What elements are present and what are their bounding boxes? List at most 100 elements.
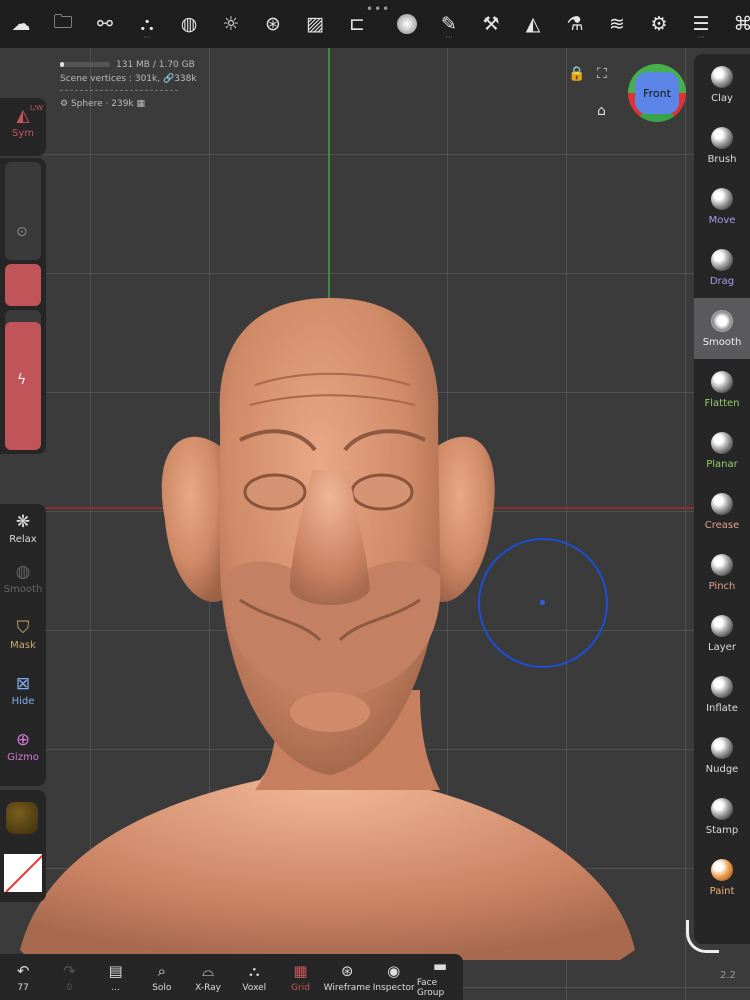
radius-slider-track[interactable]: ⊙	[5, 162, 41, 260]
image-icon[interactable]: ▨	[294, 4, 336, 44]
material-preview[interactable]	[6, 802, 38, 834]
undo-count: 77	[17, 982, 29, 993]
gizmo-label: Gizmo	[7, 752, 39, 763]
flask-icon[interactable]: ⚗	[554, 4, 596, 44]
solo-label: Solo	[152, 982, 172, 993]
view-cube[interactable]: Front	[628, 64, 686, 122]
fullscreen-icon[interactable]: ⛶	[597, 66, 607, 82]
wireframe-button[interactable]: ⊛ Wireframe	[324, 954, 371, 1000]
toolbar-handle-icon[interactable]: •••	[366, 2, 390, 16]
tool-pinch[interactable]: Pinch	[694, 542, 750, 603]
scene-graph-icon[interactable]: ⚯	[84, 4, 126, 44]
gizmo-icon: ⊕	[15, 730, 31, 750]
object-icon: ⚙	[60, 99, 69, 109]
grid-icon: ▦	[293, 961, 308, 980]
tool-brush-icon	[711, 126, 733, 149]
voxel-icon: ⛬	[249, 961, 260, 980]
gizmo-button[interactable]: ⊕ Gizmo	[0, 730, 46, 786]
shapes-icon[interactable]: ⛬ ···	[126, 4, 168, 44]
tool-label: Stamp	[705, 824, 739, 836]
sculpt-model[interactable]	[0, 0, 750, 1000]
tools-panel: Clay Brush Move Drag Smooth Flatten Planar Crea…	[694, 54, 750, 944]
tool-flatten[interactable]: Flatten	[694, 359, 750, 420]
smooth-icon: ◍	[15, 562, 31, 582]
current-brush-icon[interactable]	[386, 4, 428, 44]
undo-icon: ↶	[16, 961, 30, 980]
tool-label: Flatten	[704, 397, 740, 409]
tool-brush[interactable]: Brush	[694, 115, 750, 176]
mesh-icon[interactable]: ◍	[168, 4, 210, 44]
undo-button[interactable]: ↶ 77	[0, 954, 46, 1000]
radius-slider-fill[interactable]	[5, 264, 41, 306]
mask-label: Mask	[10, 640, 36, 651]
search-icon: ⌕	[157, 961, 167, 980]
tool-label: Brush	[707, 153, 737, 165]
nomad-menu-icon[interactable]: ☁	[0, 4, 42, 44]
stroke-icon[interactable]: ✎ ···	[428, 4, 470, 44]
history-more-button[interactable]: ▤...	[92, 954, 138, 1000]
tool-stamp-icon	[711, 797, 733, 820]
symmetry-icon[interactable]: ◭	[512, 4, 554, 44]
tool-inflate[interactable]: Inflate	[694, 664, 750, 725]
grid-button[interactable]: ▦ Grid	[277, 954, 323, 1000]
tool-move[interactable]: Move	[694, 176, 750, 237]
settings-gear-icon[interactable]: ⚙	[638, 4, 680, 44]
view-cube-front-face[interactable]: Front	[635, 72, 679, 114]
inspector-button[interactable]: ◉ Inspector	[371, 954, 417, 1000]
hide-button[interactable]: ⊠ Hide	[0, 674, 46, 730]
tool-nudge[interactable]: Nudge	[694, 725, 750, 786]
voxel-button[interactable]: ⛬ Voxel	[231, 954, 277, 1000]
folder-icon[interactable]: 🗀	[42, 4, 84, 44]
tool-clay[interactable]: Clay	[694, 54, 750, 115]
camera-lens-icon[interactable]: ⊛	[252, 4, 294, 44]
tool-label: Paint	[709, 885, 735, 897]
xray-glasses-icon: ⌓	[202, 961, 214, 980]
tool-paint[interactable]: Paint	[694, 847, 750, 908]
quick-actions-panel: ❋ Relax ◍ Smooth ⛉ Mask ⊠ Hide ⊕ Gizmo	[0, 504, 46, 786]
mask-button[interactable]: ⛉ Mask	[0, 618, 46, 674]
checker-icon: ▦	[136, 99, 146, 109]
tool-crease-icon	[711, 492, 733, 515]
tool-label: Nudge	[705, 763, 739, 775]
tool-label: Clay	[711, 92, 733, 104]
plugin-icon[interactable]: ⌘	[722, 4, 750, 44]
mask-icon: ⛉	[16, 618, 30, 638]
tool-smooth[interactable]: Smooth	[694, 298, 750, 359]
info-divider	[60, 90, 178, 91]
face-group-icon: ▬	[432, 956, 448, 975]
color-swatch[interactable]	[4, 854, 42, 892]
tool-planar[interactable]: Planar	[694, 420, 750, 481]
voxel-label: Voxel	[242, 982, 267, 993]
light-icon[interactable]: ☼	[210, 4, 252, 44]
tool-crease[interactable]: Crease	[694, 481, 750, 542]
tool-drag[interactable]: Drag	[694, 237, 750, 298]
sliders-icon[interactable]: ☰ ···	[680, 4, 722, 44]
intensity-slider-track[interactable]: ϟ	[5, 310, 41, 450]
solo-button[interactable]: ⌕ Solo	[139, 954, 185, 1000]
hide-label: Hide	[11, 696, 35, 707]
hammer-icon[interactable]: ⚒	[470, 4, 512, 44]
xray-button[interactable]: ⌓ X-Ray	[185, 954, 231, 1000]
tool-stamp[interactable]: Stamp	[694, 786, 750, 847]
version-label: 2.2	[720, 970, 736, 981]
memory-bar	[60, 62, 110, 67]
lock-icon[interactable]: 🔒	[568, 66, 585, 82]
relax-button[interactable]: ❋ Relax	[0, 504, 46, 562]
tool-label: Pinch	[708, 580, 736, 592]
layers-icon[interactable]: ≋	[596, 4, 638, 44]
tool-layer[interactable]: Layer	[694, 603, 750, 664]
smooth-label: Smooth	[3, 584, 43, 595]
brush-cursor-center	[540, 600, 545, 605]
smooth-button[interactable]: ◍ Smooth	[0, 562, 46, 618]
tool-move-icon	[711, 187, 733, 210]
tool-smooth-icon	[711, 309, 733, 332]
scene-info: 131 MB / 1.70 GB Scene vertices : 301k, …	[60, 60, 197, 109]
tool-planar-icon	[711, 431, 733, 454]
redo-button[interactable]: ↷ 0	[46, 954, 92, 1000]
tool-pinch-icon	[711, 553, 733, 576]
home-icon[interactable]: ⌂	[597, 103, 606, 119]
face-group-button[interactable]: ▬ Face Group	[417, 954, 463, 1000]
symmetry-hint: L/W	[30, 104, 44, 112]
tool-label: Layer	[708, 641, 736, 653]
tool-paint-icon	[711, 858, 733, 881]
